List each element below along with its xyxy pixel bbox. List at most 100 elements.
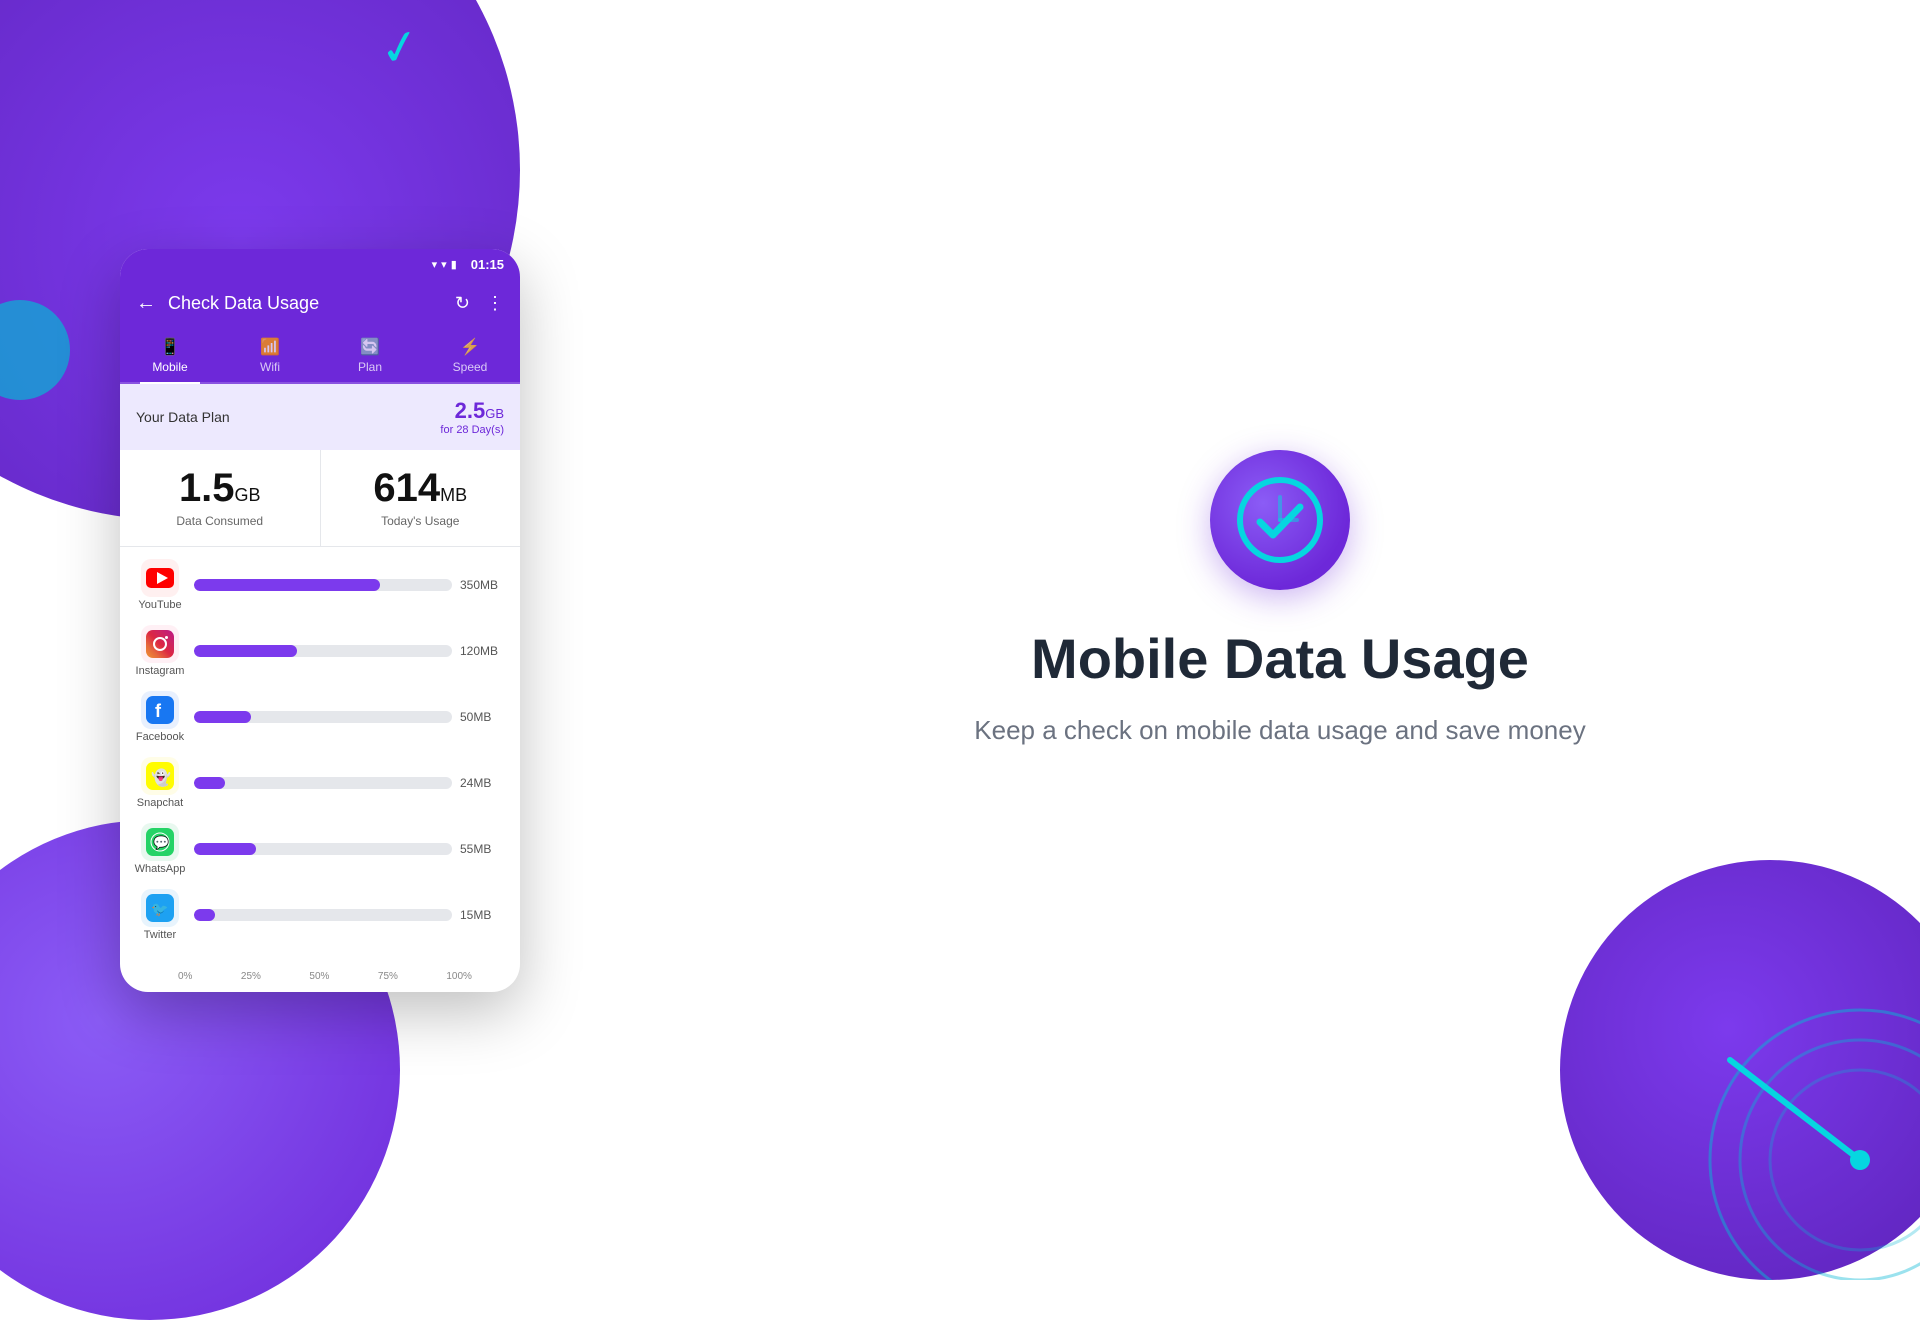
- facebook-label: Facebook: [136, 731, 184, 743]
- facebook-bar-track: [194, 711, 452, 723]
- tab-wifi[interactable]: 📶 Wifi: [220, 327, 320, 382]
- twitter-icon-col: 🐦 Twitter: [136, 889, 184, 941]
- snapchat-bar-track: [194, 777, 452, 789]
- refresh-button[interactable]: ↻: [455, 293, 470, 314]
- right-panel: Mobile Data Usage Keep a check on mobile…: [640, 0, 1920, 1200]
- svg-text:💬: 💬: [153, 835, 169, 850]
- youtube-bar-fill: [194, 579, 380, 591]
- youtube-label: YouTube: [138, 599, 181, 611]
- app-title: Check Data Usage: [168, 293, 443, 314]
- wifi-signal-icon: ▾: [432, 258, 438, 271]
- list-item: f Facebook 50MB: [136, 691, 504, 743]
- speed-tab-label: Speed: [453, 360, 488, 374]
- stat-today-value: 614MB: [337, 468, 505, 508]
- twitter-icon: 🐦: [141, 889, 179, 927]
- list-item: 🐦 Twitter 15MB: [136, 889, 504, 941]
- mobile-tab-label: Mobile: [152, 360, 187, 374]
- svg-text:👻: 👻: [151, 768, 171, 787]
- data-plan-days: for 28 Day(s): [440, 424, 504, 436]
- wifi-tab-label: Wifi: [260, 360, 280, 374]
- back-button[interactable]: ←: [136, 292, 156, 315]
- data-plan-value: 2.5GB for 28 Day(s): [440, 398, 504, 436]
- whatsapp-icon-col: 💬 WhatsApp: [136, 823, 184, 875]
- speed-tab-icon: ⚡: [460, 337, 480, 357]
- stats-row: 1.5GB Data Consumed 614MB Today's Usage: [120, 450, 520, 547]
- svg-text:f: f: [155, 701, 162, 721]
- plan-tab-icon: 🔄: [360, 337, 380, 357]
- x-axis-100: 100%: [446, 971, 472, 982]
- data-plan-gb: 2.5GB: [440, 398, 504, 424]
- facebook-icon-col: f Facebook: [136, 691, 184, 743]
- instagram-label: Instagram: [136, 665, 185, 677]
- logo-svg: [1235, 475, 1325, 565]
- whatsapp-icon: 💬: [141, 823, 179, 861]
- snapchat-label: Snapchat: [137, 797, 183, 809]
- whatsapp-bar-fill: [194, 843, 256, 855]
- left-panel: ▾ ▾ ▮ 01:15 ← Check Data Usage ↻ ⋮ 📱 Mob…: [0, 0, 640, 1200]
- whatsapp-label: WhatsApp: [135, 863, 186, 875]
- youtube-usage: 350MB: [460, 578, 504, 592]
- facebook-bar-fill: [194, 711, 251, 723]
- list-item: Instagram 120MB: [136, 625, 504, 677]
- status-icons: ▾ ▾ ▮: [432, 258, 457, 271]
- x-axis-25: 25%: [241, 971, 261, 982]
- list-item: 👻 Snapchat 24MB: [136, 757, 504, 809]
- whatsapp-bar-track: [194, 843, 452, 855]
- status-time: 01:15: [471, 257, 504, 272]
- twitter-bar-fill: [194, 909, 215, 921]
- tab-speed[interactable]: ⚡ Speed: [420, 327, 520, 382]
- x-axis-50: 50%: [309, 971, 329, 982]
- snapchat-icon-col: 👻 Snapchat: [136, 757, 184, 809]
- list-item: 💬 WhatsApp 55MB: [136, 823, 504, 875]
- youtube-bar-track: [194, 579, 452, 591]
- stat-today: 614MB Today's Usage: [321, 450, 521, 546]
- instagram-usage: 120MB: [460, 644, 504, 658]
- instagram-bar-col: 120MB: [194, 644, 504, 658]
- main-subtitle: Keep a check on mobile data usage and sa…: [974, 711, 1585, 750]
- more-button[interactable]: ⋮: [486, 293, 504, 314]
- tab-plan[interactable]: 🔄 Plan: [320, 327, 420, 382]
- main-title: Mobile Data Usage: [1031, 626, 1529, 691]
- youtube-icon: [141, 559, 179, 597]
- stat-consumed: 1.5GB Data Consumed: [120, 450, 321, 546]
- tab-mobile[interactable]: 📱 Mobile: [120, 327, 220, 382]
- snapchat-bar-col: 24MB: [194, 776, 504, 790]
- twitter-bar-track: [194, 909, 452, 921]
- app-logo: [1210, 450, 1350, 590]
- data-plan-label: Your Data Plan: [136, 409, 230, 425]
- battery-icon: ▮: [451, 258, 457, 271]
- x-axis-75: 75%: [378, 971, 398, 982]
- stat-consumed-value: 1.5GB: [136, 468, 304, 508]
- stat-consumed-label: Data Consumed: [136, 514, 304, 528]
- instagram-bar-track: [194, 645, 452, 657]
- snapchat-bar-fill: [194, 777, 225, 789]
- phone-mockup: ▾ ▾ ▮ 01:15 ← Check Data Usage ↻ ⋮ 📱 Mob…: [120, 249, 520, 992]
- wifi-tab-icon: 📶: [260, 337, 280, 357]
- twitter-label: Twitter: [144, 929, 176, 941]
- list-item: YouTube 350MB: [136, 559, 504, 611]
- snapchat-icon: 👻: [141, 757, 179, 795]
- app-usage-list: YouTube 350MB Instagra: [120, 547, 520, 971]
- data-plan-section: Your Data Plan 2.5GB for 28 Day(s): [120, 384, 520, 450]
- instagram-icon: [141, 625, 179, 663]
- tab-bar: 📱 Mobile 📶 Wifi 🔄 Plan ⚡ Speed: [120, 327, 520, 384]
- plan-tab-label: Plan: [358, 360, 382, 374]
- svg-text:🐦: 🐦: [151, 901, 168, 917]
- facebook-bar-col: 50MB: [194, 710, 504, 724]
- cellular-icon: ▾: [441, 258, 447, 271]
- x-axis-0: 0%: [178, 971, 192, 982]
- facebook-usage: 50MB: [460, 710, 504, 724]
- facebook-icon: f: [141, 691, 179, 729]
- whatsapp-bar-col: 55MB: [194, 842, 504, 856]
- instagram-icon-col: Instagram: [136, 625, 184, 677]
- status-bar: ▾ ▾ ▮ 01:15: [120, 249, 520, 280]
- youtube-icon-col: YouTube: [136, 559, 184, 611]
- mobile-tab-icon: 📱: [160, 337, 180, 357]
- youtube-bar-col: 350MB: [194, 578, 504, 592]
- whatsapp-usage: 55MB: [460, 842, 504, 856]
- stat-today-label: Today's Usage: [337, 514, 505, 528]
- snapchat-usage: 24MB: [460, 776, 504, 790]
- app-header: ← Check Data Usage ↻ ⋮: [120, 280, 520, 327]
- header-actions: ↻ ⋮: [455, 293, 504, 314]
- instagram-bar-fill: [194, 645, 297, 657]
